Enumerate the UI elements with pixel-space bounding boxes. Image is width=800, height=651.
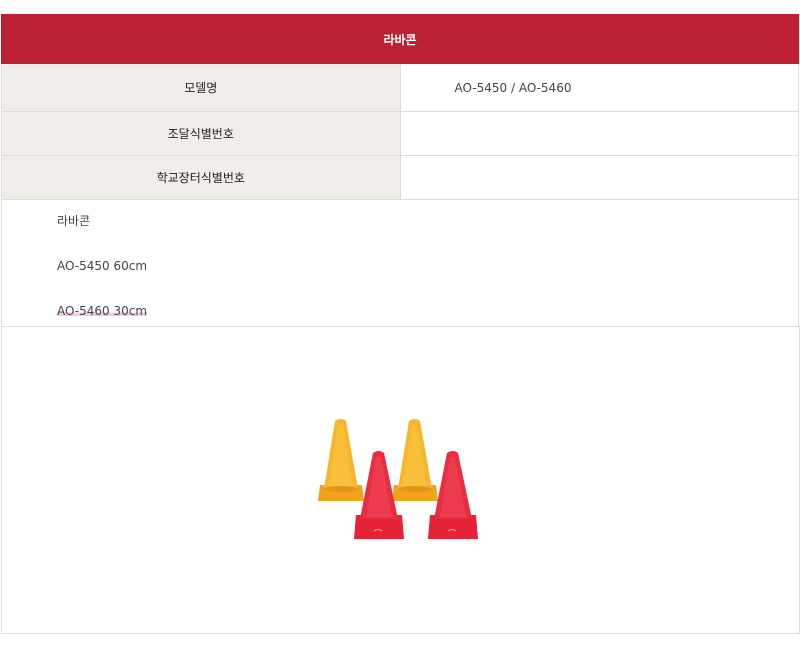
- procurement-id-label: 조달식별번호: [1, 111, 401, 156]
- yellow-cone-icon: [318, 419, 364, 501]
- procurement-id-value: [399, 111, 799, 156]
- traffic-cones-image: [318, 419, 478, 539]
- table-row: 라바콘 AO-5450 60cm AO-5460 30cm: [1, 199, 799, 332]
- description-spec-5460-text: AO-5460 30cm: [57, 304, 148, 318]
- table-row: 모델명 AO-5450 / AO-5460: [1, 63, 799, 112]
- description-spec-5460: AO-5460 30cm: [57, 304, 798, 318]
- description-cell: 라바콘 AO-5450 60cm AO-5460 30cm: [1, 199, 799, 332]
- spec-table: 라바콘 모델명 AO-5450 / AO-5460 조달식별번호 학교장터식별번…: [1, 14, 799, 332]
- description-title: 라바콘: [57, 214, 91, 228]
- table-row: 조달식별번호: [1, 111, 799, 156]
- model-name-label: 모델명: [1, 63, 401, 112]
- school-market-id-label: 학교장터식별번호: [1, 155, 401, 200]
- table-row: 학교장터식별번호: [1, 155, 799, 200]
- model-name-value: AO-5450 / AO-5460: [399, 63, 799, 112]
- description-spec-5450: AO-5450 60cm: [57, 259, 148, 273]
- table-title: 라바콘: [1, 14, 799, 64]
- school-market-id-value: [399, 155, 799, 200]
- yellow-cone-icon: [392, 419, 438, 501]
- product-image-box: [1, 326, 800, 634]
